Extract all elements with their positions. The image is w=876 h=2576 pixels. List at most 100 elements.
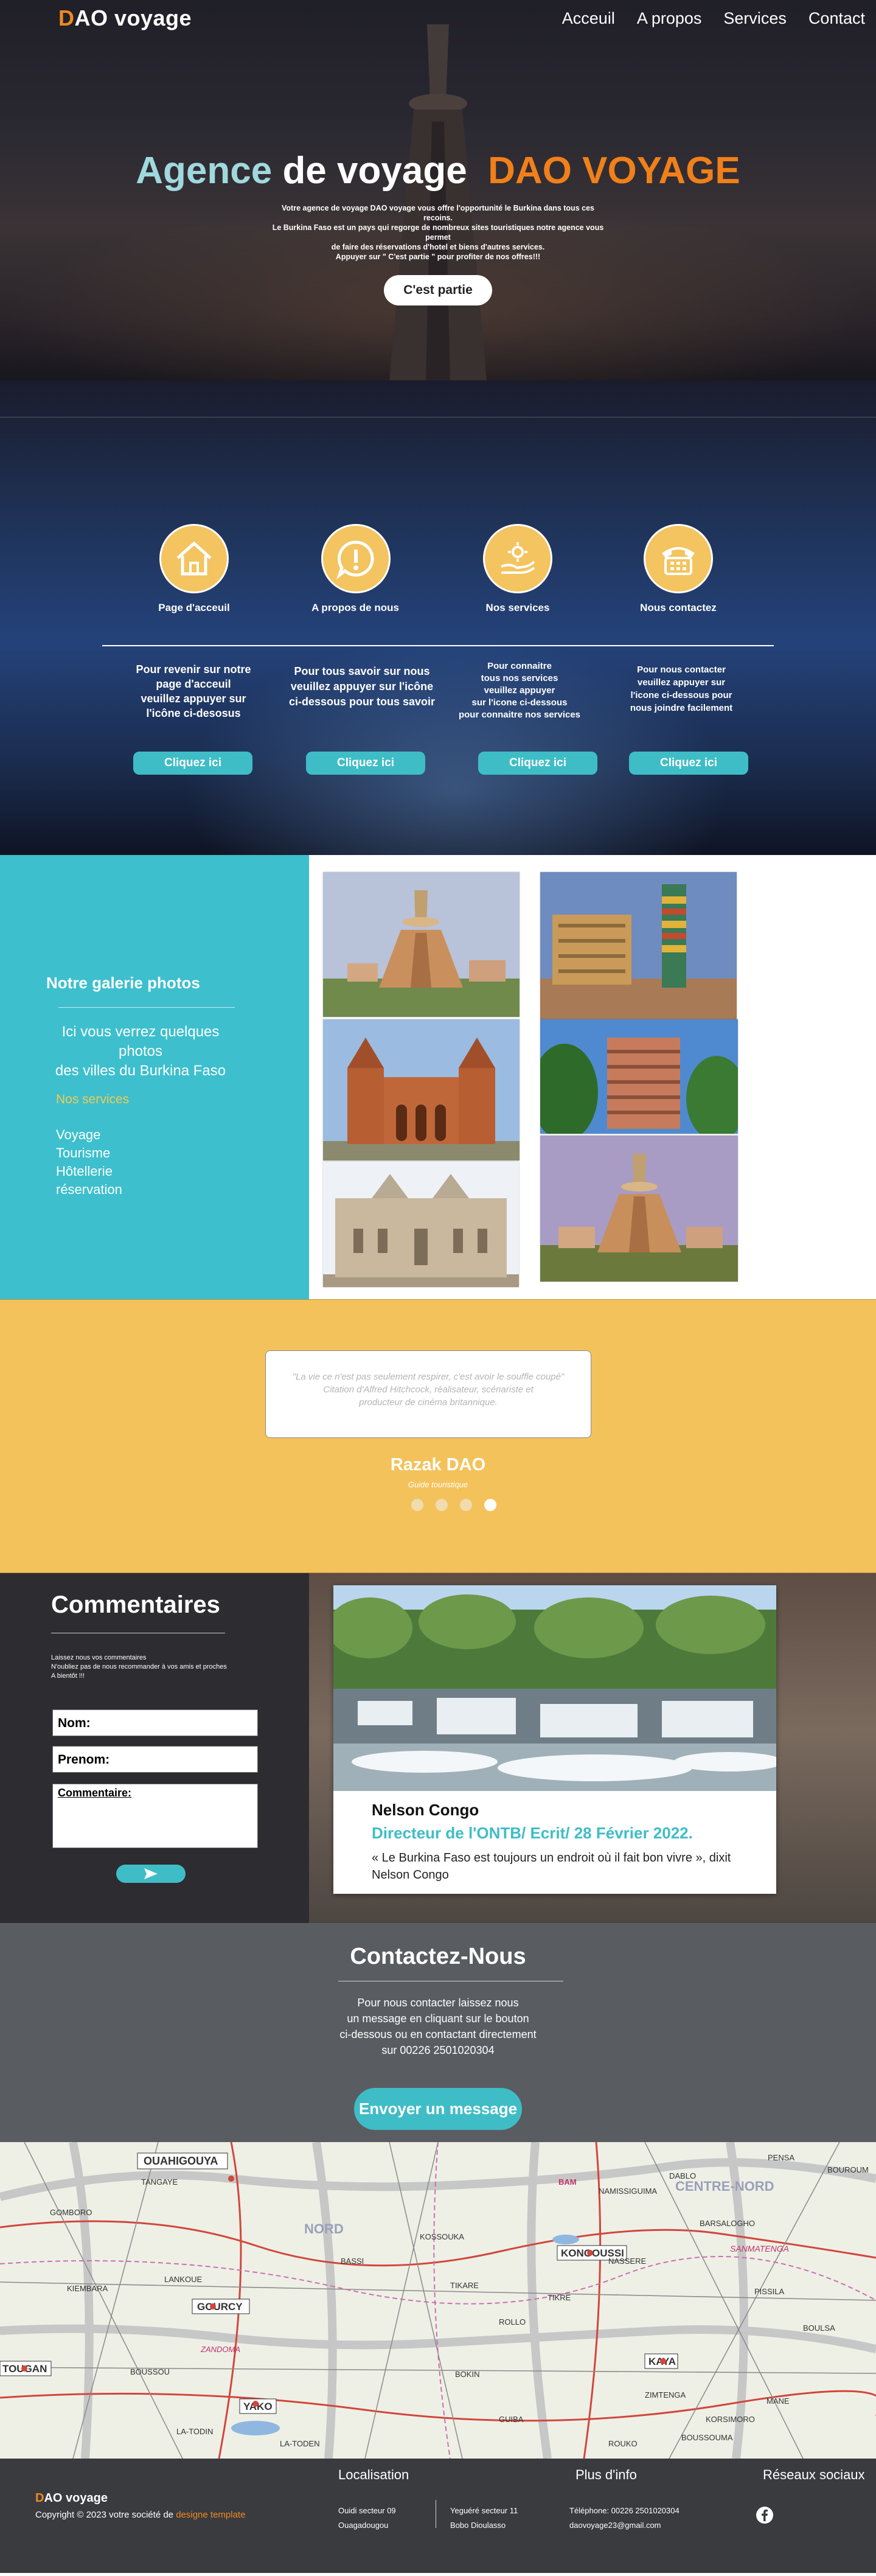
footer-contact-info: Téléphone: 00226 2501020304 daovoyage23@… bbox=[569, 2506, 680, 2530]
service-title-about: A propos de nous bbox=[311, 602, 399, 613]
gallery-title: Notre galerie photos bbox=[46, 974, 200, 992]
hero-title: Agence de voyage DAO VOYAGE bbox=[0, 149, 876, 192]
facebook-icon[interactable] bbox=[756, 2506, 774, 2524]
carousel-dots bbox=[411, 1499, 496, 1511]
carousel-dot-active[interactable] bbox=[484, 1499, 496, 1511]
services-section: Page d'acceuil A propos de nous Nos serv… bbox=[0, 380, 876, 855]
service-text-services: Pour connaitre tous nos services veuille… bbox=[458, 661, 581, 720]
comments-description: Laissez nous vos commentaires N'oubliez … bbox=[51, 1654, 227, 1680]
waterfall-image bbox=[333, 1585, 776, 1791]
top-nav: DAO voyage Acceuil A propos Services Con… bbox=[0, 0, 876, 37]
gallery-section: Notre galerie photos Ici vous verrez que… bbox=[0, 855, 876, 1299]
map-label-pissila: PISSILA bbox=[754, 2287, 784, 2296]
send-message-button[interactable]: Envoyer un message bbox=[354, 2088, 522, 2130]
gallery-photo-monument-2[interactable] bbox=[540, 1136, 738, 1282]
template-link[interactable]: designe template bbox=[176, 2510, 245, 2520]
testimonial-role: Guide touristique bbox=[408, 1480, 468, 1489]
services-link-button[interactable]: Cliquez ici bbox=[478, 752, 597, 775]
gallery-divider bbox=[58, 1007, 235, 1008]
footer-location-ouaga: Ouidi secteur 09 Ouagadougou bbox=[338, 2506, 396, 2530]
telephone-icon[interactable] bbox=[644, 524, 713, 593]
cta-button[interactable]: C'est partie bbox=[384, 275, 492, 305]
contact-section: Contactez-Nous Pour nous contacter laiss… bbox=[0, 1923, 876, 2142]
footer-localisation-heading: Localisation bbox=[338, 2467, 409, 2482]
map-label-kossouka: KOSSOUKA bbox=[420, 2232, 464, 2241]
hand-gear-icon[interactable] bbox=[483, 524, 552, 593]
contact-title: Contactez-Nous bbox=[350, 1944, 526, 1969]
gallery-photo-monument[interactable] bbox=[323, 872, 520, 1017]
map-label-tangaye: TANGAYE bbox=[141, 2177, 178, 2187]
alert-icon[interactable] bbox=[321, 524, 391, 593]
map-label-rouko: ROUKO bbox=[608, 2439, 638, 2448]
region-map[interactable]: OUAHIGOUYA GOURCY TOUGAN YAKO KONGOUSSI … bbox=[0, 2142, 876, 2459]
comments-section: Commentaires Laissez nous vos commentair… bbox=[0, 1573, 876, 1923]
hero-title-part2: de voyage bbox=[282, 150, 467, 192]
map-label-namissiguima: NAMISSIGUIMA bbox=[599, 2187, 657, 2196]
map-label-bam: BAM bbox=[558, 2177, 577, 2187]
map-label-la-toden: LA-TODEN bbox=[280, 2439, 320, 2448]
service-text-home: Pour revenir sur notre page d'acceuil ve… bbox=[136, 663, 251, 719]
map-label-pensa: PENSA bbox=[768, 2153, 794, 2162]
gallery-photo-hotel[interactable] bbox=[540, 1019, 738, 1134]
send-button[interactable] bbox=[116, 1865, 186, 1883]
site-footer: DAO voyage Copyright © 2023 votre sociét… bbox=[0, 2459, 876, 2573]
nav-link-services[interactable]: Services bbox=[723, 9, 787, 28]
about-link-button[interactable]: Cliquez ici bbox=[306, 752, 425, 775]
gallery-photo-tower[interactable] bbox=[540, 872, 737, 1019]
map-label-bokin: BOKIN bbox=[455, 2370, 479, 2379]
map-label-rollo: ROLLO bbox=[499, 2317, 526, 2326]
testimonial-section: "La vie ce n'est pas seulement respirer,… bbox=[0, 1299, 876, 1573]
comment-textarea[interactable]: Commentaire: bbox=[52, 1784, 258, 1848]
footer-location-bobo: Yeguéré secteur 11 Bobo Dioulasso bbox=[450, 2506, 518, 2530]
gallery-photo-cathedral[interactable] bbox=[323, 1019, 520, 1161]
testimonial-author: Razak DAO bbox=[390, 1455, 486, 1475]
carousel-dot[interactable] bbox=[411, 1499, 423, 1511]
gallery-photo-mosque[interactable] bbox=[323, 1162, 519, 1287]
name-field[interactable]: Nom: bbox=[52, 1709, 258, 1736]
send-icon bbox=[144, 1868, 158, 1879]
contact-link-button[interactable]: Cliquez ici bbox=[629, 752, 748, 775]
service-text-about: Pour tous savoir sur nous veuillez appuy… bbox=[288, 665, 436, 708]
footer-social-heading: Réseaux sociaux bbox=[763, 2467, 865, 2482]
map-label-kiembara: KIEMBARA bbox=[67, 2284, 108, 2293]
quote-card: "La vie ce n'est pas seulement respirer,… bbox=[265, 1350, 591, 1438]
gallery-services-heading: Nos services bbox=[56, 1092, 130, 1106]
logo-text: AO voyage bbox=[74, 5, 192, 30]
surname-field[interactable]: Prenom: bbox=[52, 1746, 258, 1773]
footer-logo-initial: D bbox=[35, 2491, 44, 2505]
service-title-contact: Nous contactez bbox=[640, 602, 717, 613]
nav-menu: Acceuil A propos Services Contact bbox=[562, 9, 865, 28]
site-logo[interactable]: DAO voyage bbox=[58, 5, 192, 31]
map-label-bouroum: BOUROUM bbox=[827, 2165, 869, 2174]
hero-content: Agence de voyage DAO VOYAGE Votre agence… bbox=[0, 149, 876, 305]
hero-description: Votre agence de voyage DAO voyage vous o… bbox=[272, 204, 604, 261]
footer-logo[interactable]: DAO voyage bbox=[35, 2491, 108, 2505]
service-title-services: Nos services bbox=[485, 602, 550, 613]
map-label-ouahigouya[interactable]: OUAHIGOUYA bbox=[144, 2155, 218, 2167]
testimonial-card: Nelson Congo Directeur de l'ONTB/ Ecrit/… bbox=[333, 1585, 776, 1894]
comments-title: Commentaires bbox=[51, 1591, 220, 1618]
house-icon[interactable] bbox=[159, 524, 229, 593]
map-label-gomboro: GOMBORO bbox=[50, 2208, 92, 2217]
footer-info-heading: Plus d'info bbox=[575, 2467, 637, 2482]
surname-field-label: Prenom: bbox=[58, 1753, 110, 1767]
card-author-role: Directeur de l'ONTB/ Ecrit/ 28 Février 2… bbox=[372, 1824, 693, 1842]
carousel-dot[interactable] bbox=[436, 1499, 448, 1511]
carousel-dot[interactable] bbox=[460, 1499, 472, 1511]
contact-text: Pour nous contacter laissez nous un mess… bbox=[339, 1997, 537, 2056]
map-section[interactable]: OUAHIGOUYA GOURCY TOUGAN YAKO KONGOUSSI … bbox=[0, 2142, 876, 2459]
nav-link-acceuil[interactable]: Acceuil bbox=[562, 9, 615, 28]
map-label-boussou: BOUSSOU bbox=[130, 2367, 170, 2376]
map-label-zandoma: ZANDOMA bbox=[200, 2345, 240, 2354]
nav-link-a-propos[interactable]: A propos bbox=[637, 9, 702, 28]
map-label-la-todin: LA-TODIN bbox=[176, 2427, 213, 2436]
gallery-services-list: Voyage Tourisme Hôtellerie réservation bbox=[56, 1126, 122, 1199]
list-item: Tourisme bbox=[56, 1145, 111, 1161]
home-link-button[interactable]: Cliquez ici bbox=[133, 752, 252, 775]
map-label-guiba: GUIBA bbox=[499, 2415, 524, 2424]
service-title-home: Page d'acceuil bbox=[158, 602, 230, 613]
nav-link-contact[interactable]: Contact bbox=[808, 9, 865, 28]
map-label-gourcy[interactable]: GOURCY bbox=[197, 2301, 243, 2312]
logo-initial: D bbox=[58, 5, 75, 30]
map-label-lankoue: LANKOUE bbox=[164, 2275, 202, 2284]
